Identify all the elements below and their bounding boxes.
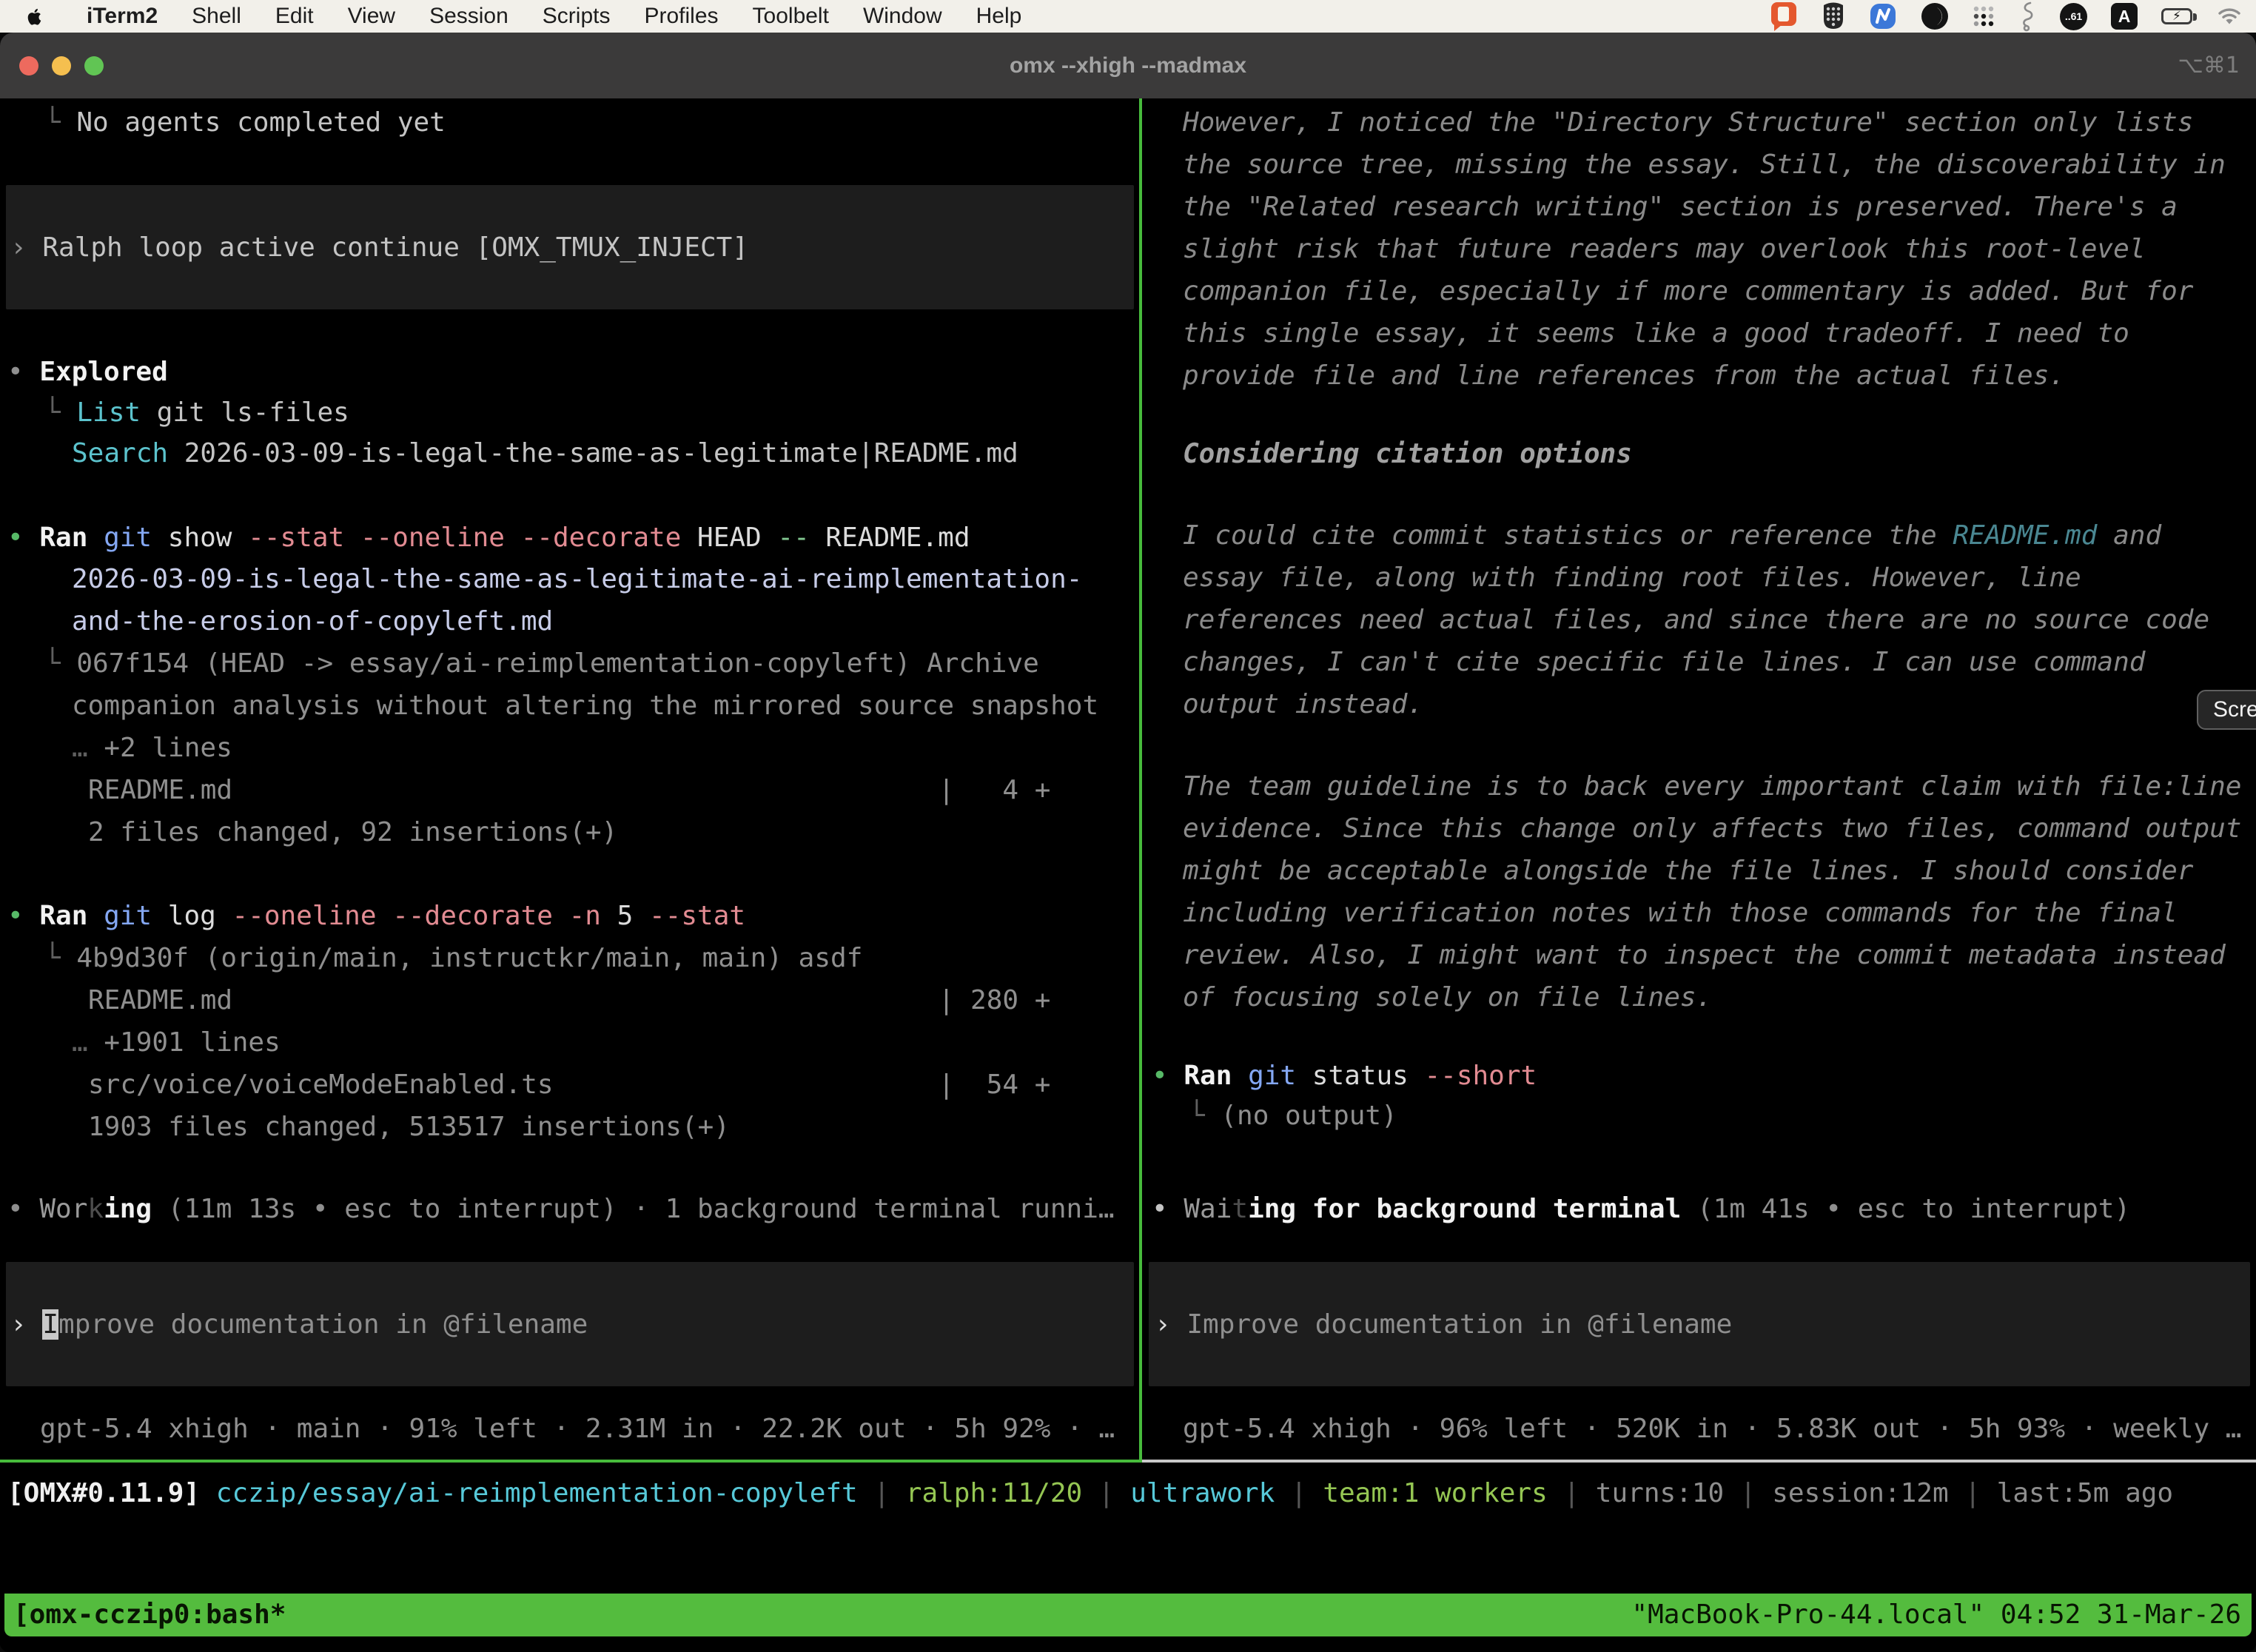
- terminal-line-left: src/voice/voiceModeEnabled.ts | 54 +: [88, 1064, 1050, 1106]
- menu-item-iterm2[interactable]: iTerm2: [87, 4, 158, 29]
- terminal-line-left: … +1901 lines: [72, 1021, 281, 1064]
- terminal-line-left: • Working (11m 13s • esc to interrupt) ·…: [7, 1188, 1115, 1230]
- moon-contrast-icon[interactable]: [1921, 0, 1949, 33]
- badge-61-label: ..61: [2060, 3, 2087, 30]
- terminal-line-left: • Ran git show --stat --oneline --decora…: [7, 517, 970, 559]
- menu-item-window[interactable]: Window: [863, 4, 942, 29]
- window-title-bar[interactable]: omx --xhigh --madmax ⌥⌘1: [0, 33, 2256, 98]
- wifi-icon[interactable]: [2216, 0, 2243, 33]
- terminal-line-right: Considering citation options: [1183, 433, 1632, 475]
- terminal-line-right: The team guideline is to back every impo…: [1183, 765, 2241, 807]
- terminal-line-right: └ (no output): [1189, 1095, 1397, 1137]
- terminal-line-left: companion analysis without altering the …: [72, 685, 1098, 727]
- iterm2-window: omx --xhigh --madmax ⌥⌘1 Scre [omx-cczip…: [0, 33, 2256, 1652]
- terminal-line-right: review. Also, I might want to inspect th…: [1183, 934, 2226, 976]
- terminal-line-right: changes, I can't cite specific file line…: [1183, 641, 2145, 683]
- terminal-line-right: › Improve documentation in @filename: [1155, 1303, 1732, 1346]
- pane-divider[interactable]: [1139, 98, 1142, 1460]
- terminal-line-left: 2026-03-09-is-legal-the-same-as-legitima…: [72, 558, 1082, 600]
- terminal-line-right: including verification notes with those …: [1183, 892, 2178, 934]
- tmux-status-bar: [omx-cczip0:bash* "MacBook-Pro-44.local"…: [4, 1594, 2252, 1636]
- macos-menu-bar: iTerm2 Shell Edit View Session Scripts Profile…: [0, 0, 2256, 33]
- dots-grid-icon[interactable]: [1973, 0, 1995, 33]
- shield-grid-icon[interactable]: [1822, 0, 1845, 33]
- screen-overlay-tooltip-label: Scre: [2213, 697, 2256, 722]
- menu-item-view[interactable]: View: [348, 4, 395, 29]
- terminal-line-left: README.md | 280 +: [88, 979, 1050, 1021]
- input-source-label: A: [2111, 3, 2138, 30]
- terminal-line-right: gpt-5.4 xhigh · 96% left · 520K in · 5.8…: [1183, 1408, 2241, 1450]
- terminal-line-left: Search 2026-03-09-is-legal-the-same-as-l…: [72, 432, 1018, 474]
- menu-item-session[interactable]: Session: [429, 4, 508, 29]
- terminal-line-left: 1903 files changed, 513517 insertions(+): [88, 1106, 730, 1148]
- terminal-line-left: └ 067f154 (HEAD -> essay/ai-reimplementa…: [44, 642, 1039, 685]
- menu-item-shell[interactable]: Shell: [192, 4, 241, 29]
- terminal-line-left: • Explored: [7, 351, 168, 393]
- menu-item-scripts[interactable]: Scripts: [543, 4, 611, 29]
- terminal-line-right: • Waiting for background terminal (1m 41…: [1152, 1188, 2130, 1230]
- chat-app-icon[interactable]: [1770, 0, 1798, 33]
- left-pane-bottom-border: [0, 1460, 1142, 1463]
- terminal-line-right: provide file and line references from th…: [1183, 355, 2065, 397]
- terminal-line-right: However, I noticed the "Directory Struct…: [1183, 101, 2193, 144]
- battery-bolt: ⚡: [2172, 10, 2181, 23]
- apple-menu-icon[interactable]: [25, 7, 45, 27]
- terminal-line-left: › Ralph loop active continue [OMX_TMUX_I…: [10, 226, 748, 269]
- terminal-line-left: └ No agents completed yet: [44, 101, 446, 144]
- terminal-line-left: and-the-erosion-of-copyleft.md: [72, 600, 553, 642]
- terminal-line-right: slight risk that future readers may over…: [1183, 228, 2145, 270]
- terminal-line-left: └ 4b9d30f (origin/main, instructkr/main,…: [44, 937, 862, 979]
- terminal-line-left: └ List git ls-files: [44, 392, 349, 434]
- terminal-line-right: essay file, along with finding root file…: [1183, 557, 2081, 599]
- terminal-line-right: might be acceptable alongside the file l…: [1183, 850, 2193, 892]
- tmux-host-clock-label: "MacBook-Pro-44.local" 04:52 31-Mar-26: [1631, 1594, 2241, 1636]
- terminal-line-right: evidence. Since this change only affects…: [1183, 807, 2241, 850]
- menu-items: iTerm2 Shell Edit View Session Scripts Profile…: [87, 4, 1055, 29]
- menu-item-toolbelt[interactable]: Toolbelt: [753, 4, 829, 29]
- squiggle-icon[interactable]: [2018, 0, 2036, 33]
- terminal-line-right: of focusing solely on file lines.: [1183, 976, 1712, 1018]
- terminal-line-right: companion file, especially if more comme…: [1183, 270, 2193, 312]
- terminal-line-left: README.md | 4 +: [88, 769, 1050, 811]
- omx-status-bar: [OMX#0.11.9] cczip/essay/ai-reimplementa…: [7, 1472, 2173, 1514]
- menu-item-edit[interactable]: Edit: [275, 4, 314, 29]
- menu-item-help[interactable]: Help: [976, 4, 1022, 29]
- battery-icon[interactable]: ⚡: [2161, 0, 2192, 33]
- terminal-line-right: I could cite commit statistics or refere…: [1183, 514, 2161, 557]
- terminal-content: Scre [omx-cczip0:bash* "MacBook-Pro-44.l…: [0, 98, 2256, 1652]
- terminal-line-right: the "Related research writing" section i…: [1183, 186, 2178, 228]
- window-shortcut-badge: ⌥⌘1: [2178, 33, 2240, 98]
- terminal-line-right: the source tree, missing the essay. Stil…: [1183, 144, 2226, 186]
- screen-overlay-tooltip: Scre: [2197, 690, 2256, 730]
- right-pane-bottom-border: [1142, 1460, 2256, 1463]
- terminal-line-left: › Improve documentation in @filename: [10, 1303, 588, 1346]
- blue-zigzag-icon[interactable]: [1869, 0, 1897, 33]
- terminal-line-right: • Ran git status --short: [1152, 1055, 1537, 1097]
- terminal-line-left: gpt-5.4 xhigh · main · 91% left · 2.31M …: [40, 1408, 1115, 1450]
- menu-item-profiles[interactable]: Profiles: [644, 4, 718, 29]
- terminal-line-left: … +2 lines: [72, 727, 232, 769]
- terminal-line-left: 2 files changed, 92 insertions(+): [88, 811, 617, 853]
- terminal-line-left: • Ran git log --oneline --decorate -n 5 …: [7, 895, 745, 937]
- window-title: omx --xhigh --madmax: [0, 33, 2256, 98]
- badge-61-icon[interactable]: ..61: [2060, 0, 2087, 33]
- terminal-line-right: this single essay, it seems like a good …: [1183, 312, 2129, 355]
- tmux-session-label: [omx-cczip0:bash*: [13, 1594, 286, 1636]
- terminal-line-right: output instead.: [1183, 683, 1423, 725]
- input-source-icon[interactable]: A: [2111, 0, 2138, 33]
- terminal-line-right: references need actual files, and since …: [1183, 599, 2209, 641]
